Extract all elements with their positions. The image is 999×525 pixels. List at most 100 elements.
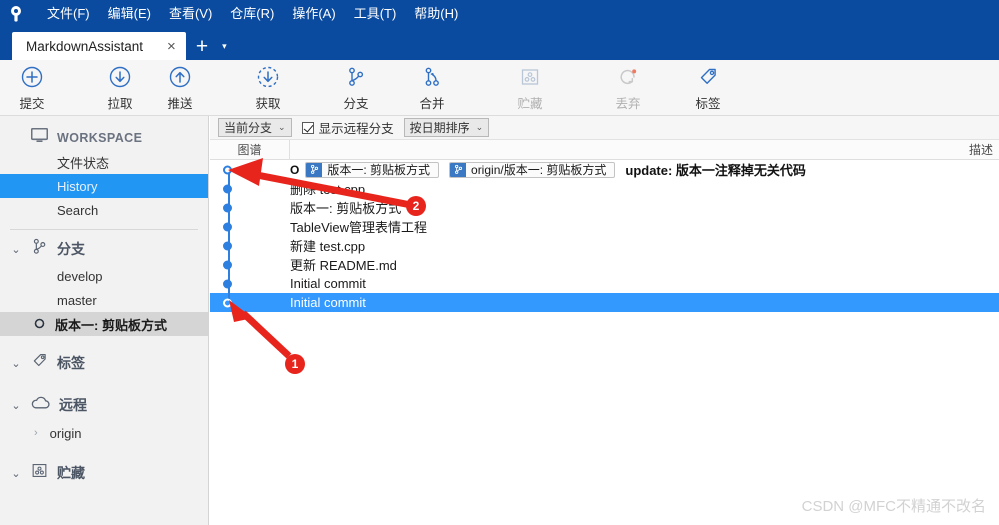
toolbar-label: 拉取	[107, 96, 133, 111]
menu-item-repository[interactable]: 仓库(R)	[221, 2, 283, 26]
description-cell: TableView管理表情工程	[290, 217, 999, 236]
menu-item-edit[interactable]: 编辑(E)	[99, 2, 160, 26]
column-header-graph[interactable]: 图谱	[210, 139, 290, 160]
description-cell: O 版本一: 剪贴板方式 origin/版本一: 剪贴板方式 update: 版…	[290, 160, 999, 179]
menu-item-tools[interactable]: 工具(T)	[345, 2, 406, 26]
discard-icon	[616, 64, 640, 90]
sidebar-item-label: History	[57, 178, 98, 194]
sidebar-group-stashes[interactable]: ⌄ 贮藏	[0, 458, 208, 488]
sourcetree-logo-icon	[2, 0, 30, 28]
branch-filter-value: 当前分支	[224, 121, 273, 135]
table-row[interactable]: 更新 README.md	[210, 255, 999, 274]
column-header-description[interactable]: 描述	[290, 141, 999, 158]
commit-message: 更新 README.md	[290, 258, 397, 273]
toolbar-button-stash[interactable]: 贮藏	[500, 64, 560, 112]
close-icon[interactable]: ×	[165, 39, 178, 54]
menu-item-help[interactable]: 帮助(H)	[405, 2, 467, 26]
toolbar-button-discard[interactable]: 丢弃	[598, 64, 658, 112]
commit-message: 新建 test.cpp	[290, 239, 366, 254]
graph-node-icon	[223, 165, 232, 174]
menu-item-actions[interactable]: 操作(A)	[283, 2, 344, 26]
toolbar-button-push[interactable]: 推送	[150, 64, 210, 112]
graph-node-icon	[223, 241, 232, 250]
menu-label: 文件(F)	[47, 6, 90, 21]
graph-node-icon	[223, 298, 232, 307]
tag-icon	[30, 351, 49, 375]
menu-item-view[interactable]: 查看(V)	[160, 2, 221, 26]
table-row[interactable]: TableView管理表情工程	[210, 217, 999, 236]
graph-cell	[210, 236, 290, 255]
cloud-icon	[30, 395, 51, 416]
remote-ref-label: origin/版本一: 剪贴板方式	[471, 163, 607, 177]
checkbox-label: 显示远程分支	[318, 122, 394, 136]
menu-label: 操作(A)	[292, 6, 336, 21]
commit-list[interactable]: O 版本一: 剪贴板方式 origin/版本一: 剪贴板方式 update: 版…	[210, 160, 999, 525]
pull-down-icon	[108, 64, 132, 90]
sidebar-group-label: 标签	[57, 355, 85, 371]
graph-node-icon	[223, 260, 232, 269]
toolbar-button-fetch[interactable]: 获取	[238, 64, 298, 112]
tab-markdownassistant[interactable]: MarkdownAssistant ×	[12, 32, 186, 60]
sidebar-remote-origin[interactable]: › origin	[0, 420, 208, 446]
branch-icon	[30, 237, 49, 261]
branch-filter-dropdown[interactable]: 当前分支 ⌄	[218, 118, 292, 137]
show-remote-branches-checkbox[interactable]: 显示远程分支	[301, 118, 394, 137]
sidebar-item-search[interactable]: Search	[0, 198, 208, 222]
table-row[interactable]: Initial commit	[210, 274, 999, 293]
chevron-right-icon: ›	[34, 427, 38, 439]
toolbar-button-merge[interactable]: 合并	[402, 64, 462, 112]
sidebar-divider	[10, 229, 198, 230]
sourcetree-window: 文件(F) 编辑(E) 查看(V) 仓库(R) 操作(A) 工具(T) 帮助(H…	[0, 0, 999, 525]
remote-ref-chip[interactable]: origin/版本一: 剪贴板方式	[449, 161, 616, 178]
sort-order-value: 按日期排序	[409, 121, 470, 135]
graph-cell	[210, 293, 290, 312]
graph-node-icon	[223, 222, 232, 231]
title-bar: 文件(F) 编辑(E) 查看(V) 仓库(R) 操作(A) 工具(T) 帮助(H…	[0, 0, 999, 28]
sidebar-branch-develop[interactable]: develop	[0, 264, 208, 288]
chevron-down-icon: ⌄	[11, 243, 21, 256]
menu-item-file[interactable]: 文件(F)	[38, 2, 99, 26]
sidebar-group-label: 分支	[57, 241, 85, 257]
menu-label: 帮助(H)	[414, 6, 459, 21]
menu-label: 仓库(R)	[230, 6, 275, 21]
chevron-down-icon[interactable]: ▾	[222, 41, 227, 52]
annotation-badge-1: 1	[285, 354, 305, 374]
add-tab-icon[interactable]: +	[196, 36, 208, 57]
checkbox-icon	[301, 121, 314, 134]
commit-message: update: 版本一注释掉无关代码	[625, 163, 806, 178]
sidebar-branch-master[interactable]: master	[0, 288, 208, 312]
chevron-down-icon: ⌄	[11, 467, 21, 480]
toolbar-button-tag[interactable]: 标签	[678, 64, 738, 112]
commit-message: 删除 test.cpp	[290, 182, 366, 197]
sidebar-group-remotes[interactable]: ⌄ 远程	[0, 390, 208, 420]
stash-icon	[518, 64, 542, 90]
toolbar-button-commit[interactable]: 提交	[2, 64, 62, 112]
table-row[interactable]: 版本一: 剪贴板方式	[210, 198, 999, 217]
sidebar-group-branches[interactable]: ⌄ 分支	[0, 234, 208, 264]
toolbar-button-branch[interactable]: 分支	[326, 64, 386, 112]
history-filter-bar: 当前分支 ⌄ 显示远程分支 按日期排序 ⌄	[210, 116, 999, 140]
sidebar-item-history[interactable]: History	[0, 174, 208, 198]
branch-ref-chip[interactable]: 版本一: 剪贴板方式	[305, 161, 440, 178]
toolbar-label: 标签	[695, 96, 721, 111]
sidebar-workspace-header[interactable]: WORKSPACE	[0, 126, 208, 150]
description-cell: 新建 test.cpp	[290, 236, 999, 255]
sidebar-branch-current[interactable]: 版本一: 剪贴板方式	[0, 312, 208, 336]
commit-table-header: 图谱 描述	[210, 139, 999, 160]
graph-cell	[210, 179, 290, 198]
fetch-dashed-icon	[256, 64, 280, 90]
sidebar-group-tags[interactable]: ⌄ 标签	[0, 348, 208, 378]
sidebar-item-file-status[interactable]: 文件状态	[0, 150, 208, 174]
sidebar-item-label: develop	[57, 268, 103, 284]
table-row[interactable]: O 版本一: 剪贴板方式 origin/版本一: 剪贴板方式 update: 版…	[210, 160, 999, 179]
table-row[interactable]: 新建 test.cpp	[210, 236, 999, 255]
tag-icon	[696, 64, 720, 90]
sort-order-dropdown[interactable]: 按日期排序 ⌄	[403, 118, 490, 137]
watermark: CSDN @MFC不精通不改名	[801, 498, 986, 515]
toolbar-label: 丢弃	[615, 96, 641, 111]
commit-message: Initial commit	[290, 276, 366, 291]
table-row[interactable]: 删除 test.cpp	[210, 179, 999, 198]
branch-ref-label: 版本一: 剪贴板方式	[327, 163, 431, 177]
toolbar-button-pull[interactable]: 拉取	[90, 64, 150, 112]
table-row[interactable]: Initial commit	[210, 293, 999, 312]
